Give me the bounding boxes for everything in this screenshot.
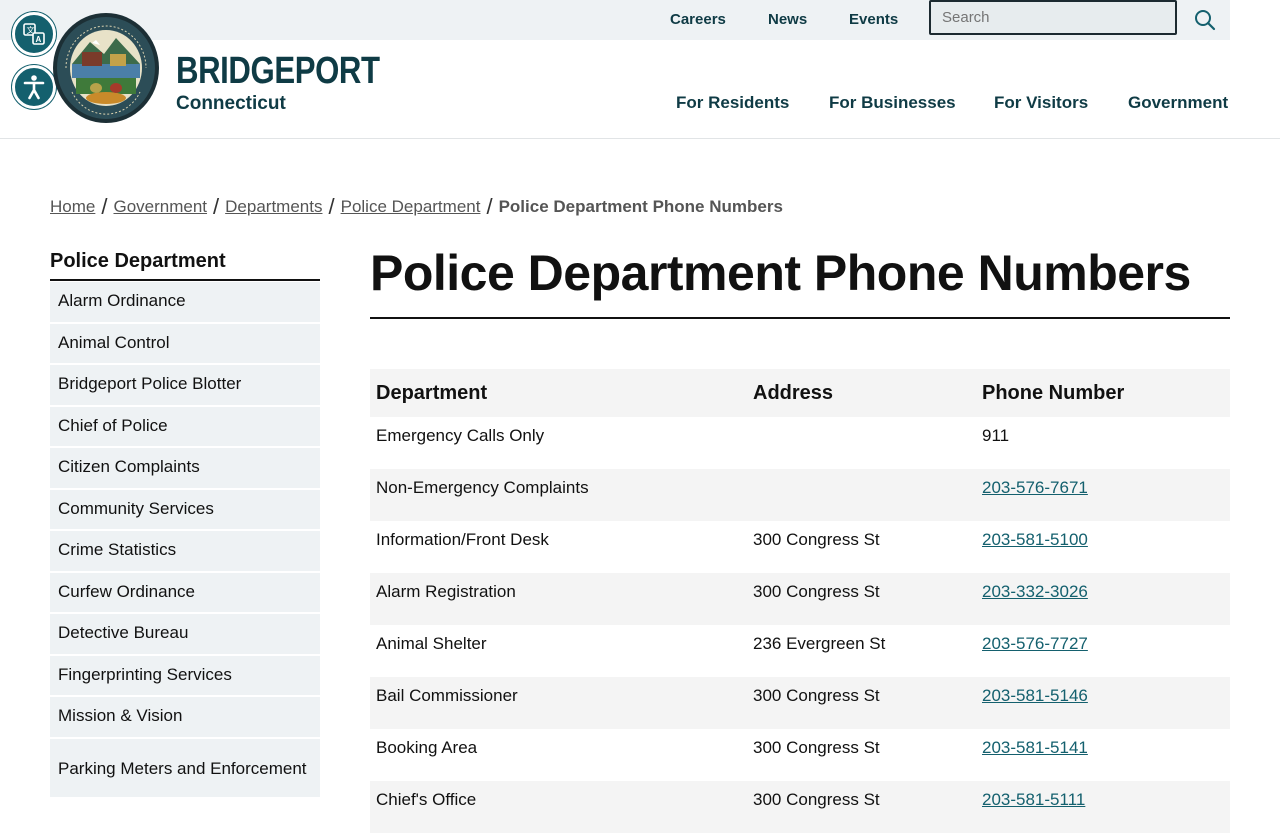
breadcrumb: Home / Government / Departments / Police… [50,196,783,218]
table-row: Non-Emergency Complaints 203-576-7671 [370,469,1230,521]
sidebar-item-police-blotter[interactable]: Bridgeport Police Blotter [50,365,320,405]
accessibility-icon [23,75,45,100]
phone-link[interactable]: 203-581-5100 [982,530,1088,549]
phone-link[interactable]: 203-581-5146 [982,686,1088,705]
cell-phone: 203-332-3026 [976,573,1230,625]
table-body: Emergency Calls Only 911 Non-Emergency Com… [370,417,1230,833]
sidebar-title[interactable]: Police Department [50,250,320,281]
sidebar-item-citizen-complaints[interactable]: Citizen Complaints [50,448,320,488]
cell-address: 236 Evergreen St [753,634,886,653]
sidebar-item-mission-vision[interactable]: Mission & Vision [50,697,320,737]
cell-department: Emergency Calls Only [376,426,545,445]
search-icon [1195,10,1216,31]
cell-department: Chief's Office [370,781,747,833]
phone-link[interactable]: 203-581-5141 [982,738,1088,757]
table-row: Booking Area 300 Congress St 203-581-5141 [370,729,1230,781]
cell-department: Alarm Registration [370,573,747,625]
sidebar: Police Department Alarm Ordinance Animal… [50,250,320,799]
nav-for-residents[interactable]: For Residents [676,94,789,111]
breadcrumb-separator: / [328,194,335,219]
table-row: Information/Front Desk 300 Congress St 203… [370,521,1230,573]
search-input[interactable] [929,0,1177,35]
brand-title[interactable]: BRIDGEPORT [176,52,380,90]
sidebar-item-animal-control[interactable]: Animal Control [50,323,320,363]
sidebar-item-curfew-ordinance[interactable]: Curfew Ordinance [50,572,320,612]
column-header-address: Address [747,369,976,417]
table-row: Emergency Calls Only 911 [370,417,1230,469]
table-header-row: Department Address Phone Number [370,369,1230,417]
utility-bar: Careers News Events [0,0,1280,40]
phone-numbers-table: Department Address Phone Number Emergenc… [370,369,1230,833]
cell-address: 300 Congress St [747,781,976,833]
cell-address: 300 Congress St [747,573,976,625]
table-row: Animal Shelter 236 Evergreen St 203-576-77… [370,625,1230,677]
sidebar-item-community-services[interactable]: Community Services [50,489,320,529]
cell-department: Animal Shelter [376,634,487,653]
sidebar-item-detective-bureau[interactable]: Detective Bureau [50,614,320,654]
breadcrumb-separator: / [486,194,493,219]
page-title: Police Department Phone Numbers [370,246,1230,319]
cell-phone: 203-581-5100 [976,521,1230,573]
news-link[interactable]: News [768,11,807,28]
nav-for-visitors[interactable]: For Visitors [994,94,1088,111]
sidebar-item-parking-meters[interactable]: Parking Meters and Enforcement [50,738,320,797]
phone-link[interactable]: 203-332-3026 [982,582,1088,601]
events-link[interactable]: Events [849,11,898,28]
cell-phone: 203-576-7727 [976,625,1230,677]
cell-address: 300 Congress St [747,677,976,729]
cell-department: Information/Front Desk [376,530,549,549]
breadcrumb-home[interactable]: Home [50,197,95,217]
nav-for-businesses[interactable]: For Businesses [829,94,956,111]
column-header-phone: Phone Number [976,369,1230,417]
sidebar-item-crime-statistics[interactable]: Crime Statistics [50,531,320,571]
cell-phone: 203-581-5111 [976,781,1230,833]
translate-button[interactable]: 文 A [12,12,56,56]
translate-icon: 文 A [23,23,45,45]
cell-address: 300 Congress St [753,738,880,757]
breadcrumb-police-department[interactable]: Police Department [341,197,481,217]
cell-address: 300 Congress St [753,530,880,549]
table-row: Bail Commissioner 300 Congress St 203-581-… [370,677,1230,729]
city-seal-logo[interactable] [52,12,160,124]
breadcrumb-government[interactable]: Government [113,197,207,217]
sidebar-item-chief-of-police[interactable]: Chief of Police [50,406,320,446]
sidebar-item-alarm-ordinance[interactable]: Alarm Ordinance [50,282,320,322]
svg-text:A: A [36,35,42,44]
breadcrumb-current: Police Department Phone Numbers [498,197,783,216]
table-row: Chief's Office 300 Congress St 203-581-511… [370,781,1230,833]
sidebar-menu: Alarm Ordinance Animal Control Bridgepor… [50,282,320,797]
careers-link[interactable]: Careers [670,11,726,28]
cell-department: Booking Area [376,738,478,757]
breadcrumb-separator: / [213,194,220,219]
cell-phone: 911 [982,426,1010,445]
accessibility-button[interactable] [12,65,56,109]
phone-link[interactable]: 203-576-7727 [982,634,1088,653]
nav-government[interactable]: Government [1128,94,1228,111]
brand-subtitle[interactable]: Connecticut [176,94,286,113]
search-button[interactable] [1180,0,1230,40]
cell-phone: 203-581-5141 [976,729,1230,781]
breadcrumb-departments[interactable]: Departments [225,197,322,217]
cell-phone: 203-581-5146 [976,677,1230,729]
table-row: Alarm Registration 300 Congress St 203-332… [370,573,1230,625]
cell-address [747,417,976,469]
column-header-department: Department [370,369,747,417]
cell-phone: 203-576-7671 [976,469,1230,521]
cell-department: Non-Emergency Complaints [370,469,747,521]
sidebar-item-fingerprinting-services[interactable]: Fingerprinting Services [50,655,320,695]
cell-department: Bail Commissioner [370,677,747,729]
phone-link[interactable]: 203-576-7671 [982,478,1088,497]
breadcrumb-separator: / [101,194,108,219]
cell-address [747,469,976,521]
